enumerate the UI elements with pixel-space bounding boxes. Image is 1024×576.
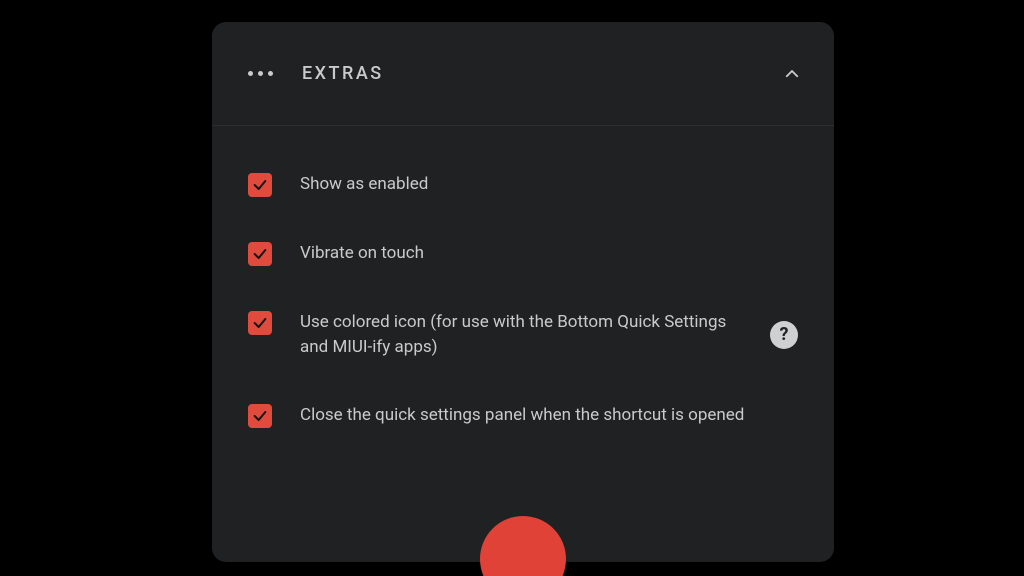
option-vibrate-on-touch[interactable]: Vibrate on touch [248, 219, 798, 288]
checkbox[interactable] [248, 173, 272, 197]
section-header[interactable]: EXTRAS [212, 22, 834, 126]
extras-panel: EXTRAS Show as enabled Vibrate on touch … [212, 22, 834, 562]
checkbox[interactable] [248, 404, 272, 428]
options-list: Show as enabled Vibrate on touch Use col… [212, 126, 834, 450]
option-label: Show as enabled [300, 172, 798, 197]
section-title: EXTRAS [302, 63, 384, 84]
option-colored-icon[interactable]: Use colored icon (for use with the Botto… [248, 288, 798, 381]
option-label: Use colored icon (for use with the Botto… [300, 310, 752, 359]
option-label: Close the quick settings panel when the … [300, 403, 798, 428]
help-icon[interactable]: ? [770, 321, 798, 349]
more-dots-icon [248, 71, 274, 76]
checkbox[interactable] [248, 311, 272, 335]
fab-button[interactable] [480, 516, 566, 576]
option-close-panel[interactable]: Close the quick settings panel when the … [248, 381, 798, 450]
checkbox[interactable] [248, 242, 272, 266]
option-show-as-enabled[interactable]: Show as enabled [248, 150, 798, 219]
chevron-up-icon[interactable] [782, 64, 802, 84]
option-label: Vibrate on touch [300, 241, 798, 266]
